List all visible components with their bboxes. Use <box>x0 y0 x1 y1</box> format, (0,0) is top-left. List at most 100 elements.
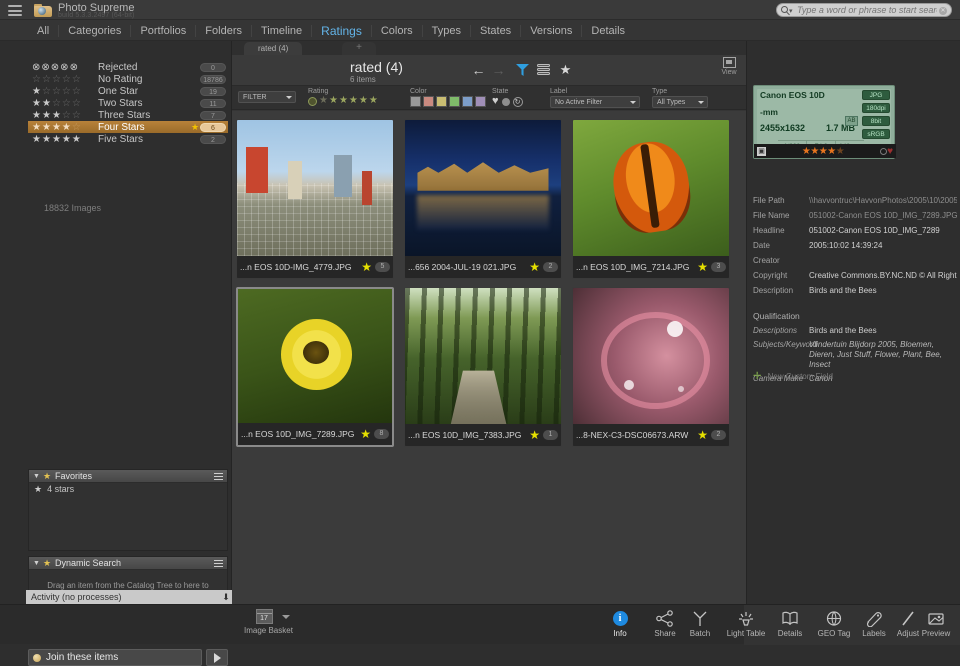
image-basket[interactable]: 17 Image Basket <box>244 609 284 635</box>
nav-tab-timeline[interactable]: Timeline <box>252 25 312 37</box>
color-swatch[interactable] <box>475 96 486 107</box>
thumbnail-cell[interactable]: ...656 2004-JUL-19 021.JPG★2 <box>404 119 562 279</box>
color-swatch[interactable] <box>462 96 473 107</box>
nav-tab-details[interactable]: Details <box>582 25 634 37</box>
collapse-triangle-icon[interactable]: ▼ <box>33 560 40 567</box>
thumbnail-cell[interactable]: ...n EOS 10D_IMG_7289.JPG★8 <box>236 287 394 447</box>
type-filter-select[interactable]: All Types <box>652 96 708 108</box>
favorites-item[interactable]: ★ 4 stars <box>29 483 227 495</box>
color-swatch[interactable] <box>449 96 460 107</box>
thumbnail-image[interactable] <box>237 120 393 256</box>
filter-star-icon[interactable]: ★ <box>339 96 348 106</box>
add-custom-field-button[interactable]: ✛ New Custom Field <box>753 371 833 382</box>
qualification-value[interactable]: Birds and the Bees <box>809 326 957 336</box>
dynamic-search-header[interactable]: ▼ ★ Dynamic Search <box>29 557 227 570</box>
thumbnail-cell[interactable]: ...n EOS 10D_IMG_7214.JPG★3 <box>572 119 730 279</box>
nav-tab-versions[interactable]: Versions <box>521 25 582 37</box>
circle-icon[interactable] <box>502 98 510 106</box>
nav-tab-colors[interactable]: Colors <box>372 25 423 37</box>
filter-star-icon[interactable]: ★ <box>349 96 358 106</box>
state-dot-icon[interactable] <box>880 148 887 155</box>
filter-star-icon[interactable]: ★ <box>369 96 378 106</box>
crop-icon[interactable]: ▣ <box>757 147 766 156</box>
nav-tab-ratings[interactable]: Ratings <box>312 25 372 37</box>
filter-star-icon[interactable]: ★ <box>319 96 328 106</box>
nav-tab-types[interactable]: Types <box>423 25 471 37</box>
favorites-menu-icon[interactable] <box>214 473 223 480</box>
metadata-value[interactable]: 051002-Canon EOS 10D_IMG_7289 <box>809 226 957 235</box>
dynamic-search-menu-icon[interactable] <box>214 560 223 567</box>
card-star-icon[interactable]: ★ <box>836 146 844 157</box>
label-filter-select[interactable]: No Active Filter <box>550 96 640 108</box>
color-swatch[interactable] <box>423 96 434 107</box>
stack-layers-icon[interactable] <box>535 62 552 78</box>
thumbnail-star-icon[interactable]: ★ <box>697 260 708 274</box>
thumbnail-star-icon[interactable]: ★ <box>697 428 708 442</box>
collapse-triangle-icon[interactable]: ▼ <box>33 473 40 480</box>
nav-tab-folders[interactable]: Folders <box>196 25 252 37</box>
add-tab-button[interactable]: + <box>342 42 376 55</box>
toolbar-button-preview[interactable]: Preview <box>911 609 960 638</box>
rating-clear-icon[interactable] <box>308 97 317 106</box>
rating-row-two-stars[interactable]: ★★☆☆☆Two Stars11 <box>28 97 228 109</box>
thumbnail-cell[interactable]: ...n EOS 10D-IMG_4779.JPG★5 <box>236 119 394 279</box>
thumbnail-star-icon[interactable]: ★ <box>360 427 371 441</box>
filter-tab[interactable]: rated (4) <box>244 42 302 55</box>
view-mode-button[interactable]: View <box>716 57 742 76</box>
filter-funnel-icon[interactable] <box>514 62 531 78</box>
favorite-marker-icon[interactable]: ★ <box>190 122 200 133</box>
metadata-value[interactable]: \\havvontruc\HavvonPhotos\2005\10\2005-1… <box>809 196 957 205</box>
metadata-value[interactable]: 2005:10:02 14:39:24 <box>809 241 957 250</box>
metadata-value[interactable]: Birds and the Bees <box>809 286 957 295</box>
search-dropdown-caret[interactable]: ▾ <box>789 7 793 15</box>
run-search-button[interactable] <box>206 649 228 666</box>
rating-row-four-stars[interactable]: ★★★★☆Four Stars★6 <box>28 121 228 133</box>
favorite-star-button[interactable]: ★ <box>557 62 574 78</box>
thumbnail-image[interactable] <box>405 120 561 256</box>
card-star-icon[interactable]: ★ <box>827 146 835 157</box>
nav-tab-categories[interactable]: Categories <box>59 25 131 37</box>
nav-tab-states[interactable]: States <box>471 25 521 37</box>
qualification-value[interactable]: Vlindertuin Blijdorp 2005, Bloemen, Dier… <box>809 340 957 370</box>
filter-star-icon[interactable]: ★ <box>329 96 338 106</box>
rating-row-five-stars[interactable]: ★★★★★Five Stars2 <box>28 133 228 145</box>
search-input[interactable] <box>797 4 937 16</box>
color-swatch-row[interactable] <box>410 96 486 107</box>
forward-button[interactable]: → <box>490 62 507 78</box>
color-swatch[interactable] <box>436 96 447 107</box>
hamburger-icon[interactable] <box>8 5 22 16</box>
metadata-value[interactable]: Creative Commons.BY.NC.ND © All Rights R… <box>809 271 957 280</box>
image-rating-stars[interactable]: ★★★★★ <box>766 146 880 157</box>
rating-filter-stars[interactable]: ★★★★★★ <box>308 96 378 106</box>
thumbnail-image[interactable] <box>573 288 729 424</box>
back-button[interactable]: ← <box>470 62 487 78</box>
thumbnail-star-icon[interactable]: ★ <box>529 260 540 274</box>
thumbnail-image[interactable] <box>405 288 561 424</box>
refresh-icon[interactable]: ↻ <box>513 97 523 107</box>
state-icon-row[interactable]: ♥ ↻ <box>492 96 523 107</box>
heart-icon[interactable]: ♥ <box>887 146 893 157</box>
heart-icon[interactable]: ♥ <box>492 96 499 107</box>
rating-row-three-stars[interactable]: ★★★☆☆Three Stars7 <box>28 109 228 121</box>
rating-row-one-star[interactable]: ★☆☆☆☆One Star19 <box>28 85 228 97</box>
activity-expand-icon[interactable]: ⬇ <box>220 592 232 603</box>
thumbnail-cell[interactable]: ...n EOS 10D_IMG_7383.JPG★1 <box>404 287 562 447</box>
thumbnail-image[interactable] <box>238 289 392 425</box>
thumbnail-cell[interactable]: ...8-NEX-C3-DSC06673.ARW★2 <box>572 287 730 447</box>
thumbnail-star-icon[interactable]: ★ <box>361 260 372 274</box>
rating-row-rejected[interactable]: ⊗⊗⊗⊗⊗Rejected0 <box>28 61 228 73</box>
join-items-field[interactable]: Join these items <box>28 649 202 666</box>
toolbar-button-light-table[interactable]: Light Table <box>721 609 771 638</box>
rating-row-no-rating[interactable]: ☆☆☆☆☆No Rating18786 <box>28 73 228 85</box>
thumbnail-image[interactable] <box>573 120 729 256</box>
search-clear-icon[interactable]: ✕ <box>939 7 947 15</box>
toolbar-button-details[interactable]: Details <box>765 609 815 638</box>
nav-tab-all[interactable]: All <box>28 25 59 37</box>
toolbar-button-batch[interactable]: Batch <box>675 609 725 638</box>
search-box[interactable]: ▾ ✕ <box>776 3 952 17</box>
basket-caret-icon[interactable] <box>282 615 290 619</box>
card-star-icon[interactable]: ★ <box>819 146 827 157</box>
thumbnail-star-icon[interactable]: ★ <box>529 428 540 442</box>
nav-tab-portfolios[interactable]: Portfolios <box>131 25 196 37</box>
toolbar-button-info[interactable]: iInfo <box>595 609 645 638</box>
